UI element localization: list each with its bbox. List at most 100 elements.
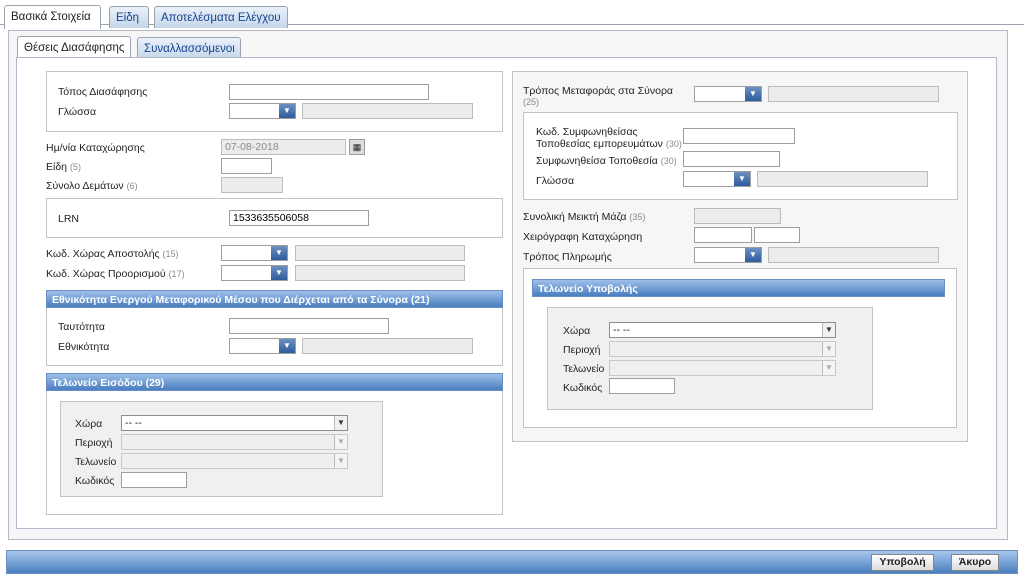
ethnikotita-title: Εθνικότητα Ενεργού Μεταφορικού Μέσου που… bbox=[46, 290, 503, 308]
chevron-down-icon[interactable]: ▼ bbox=[745, 248, 761, 262]
eisodou-xora-value: -- -- bbox=[125, 417, 142, 429]
eidi-text: Είδη bbox=[46, 161, 68, 173]
pliromi-label: Τρόπος Πληρωμής bbox=[523, 251, 612, 263]
pliromi-desc bbox=[768, 247, 939, 263]
xeirografi-input2[interactable] bbox=[754, 227, 800, 243]
pliromi-combo[interactable]: ▼ bbox=[694, 247, 762, 263]
chevron-down-icon: ▼ bbox=[822, 342, 835, 356]
topos-label: Τόπος Διασάφησης bbox=[58, 86, 148, 98]
synolo-label: Σύνολο Δεμάτων (6) bbox=[46, 180, 138, 192]
glossa-desc bbox=[302, 103, 473, 119]
metaforas-num: (25) bbox=[523, 97, 540, 107]
right-glossa-combo[interactable]: ▼ bbox=[683, 171, 751, 187]
synolo-num: (6) bbox=[126, 181, 138, 191]
chevron-down-icon[interactable]: ▼ bbox=[279, 339, 295, 353]
eidi-label: Είδη (5) bbox=[46, 161, 81, 173]
apostolis-combo[interactable]: ▼ bbox=[221, 245, 288, 261]
mikti-input bbox=[694, 208, 781, 224]
metaforas-label: Τρόπος Μεταφοράς στα Σύνορα bbox=[523, 85, 673, 97]
ethnikotita-combo[interactable]: ▼ bbox=[229, 338, 296, 354]
proorismou-num: (17) bbox=[168, 269, 185, 279]
eidi-input[interactable] bbox=[221, 158, 272, 174]
cancel-button[interactable]: Άκυρο bbox=[951, 554, 999, 571]
ypovolis-xora-label: Χώρα bbox=[563, 325, 591, 337]
synolo-text: Σύνολο Δεμάτων bbox=[46, 180, 124, 192]
mikti-text: Συνολική Μεικτή Μάζα bbox=[523, 211, 627, 223]
tab-basic-info[interactable]: Βασικά Στοιχεία bbox=[4, 5, 101, 29]
ypovolis-teloneio-label: Τελωνείο bbox=[563, 363, 605, 375]
glossa-combo[interactable]: ▼ bbox=[229, 103, 296, 119]
chevron-down-icon[interactable]: ▼ bbox=[271, 266, 287, 280]
eisodou-teloneio-select: ▼ bbox=[121, 453, 348, 469]
tautotita-input[interactable] bbox=[229, 318, 389, 334]
chevron-down-icon[interactable]: ▼ bbox=[734, 172, 750, 186]
metaforas-combo[interactable]: ▼ bbox=[694, 86, 762, 102]
ypovolis-perioxi-select: ▼ bbox=[609, 341, 836, 357]
symf-input[interactable] bbox=[683, 128, 795, 144]
symf-top-input[interactable] bbox=[683, 151, 780, 167]
ypovolis-kodikos-input[interactable] bbox=[609, 378, 675, 394]
place-box bbox=[46, 71, 503, 132]
eisodou-xora-label: Χώρα bbox=[75, 418, 103, 430]
topos-input[interactable] bbox=[229, 84, 429, 100]
right-glossa-desc bbox=[757, 171, 928, 187]
chevron-down-icon: ▼ bbox=[334, 435, 347, 449]
eisodou-kodikos-label: Κωδικός bbox=[75, 475, 115, 487]
eisodou-title: Τελωνείο Εισόδου (29) bbox=[46, 373, 503, 391]
mikti-label: Συνολική Μεικτή Μάζα (35) bbox=[523, 211, 645, 223]
apostolis-num: (15) bbox=[162, 249, 179, 259]
chevron-down-icon: ▼ bbox=[822, 323, 835, 337]
apostolis-text: Κωδ. Χώρας Αποστολής bbox=[46, 248, 160, 260]
ethnikotita-desc bbox=[302, 338, 473, 354]
right-glossa-label: Γλώσσα bbox=[536, 175, 575, 187]
submit-button[interactable]: Υποβολή bbox=[871, 554, 934, 571]
ypovolis-teloneio-select: ▼ bbox=[609, 360, 836, 376]
ethnikotita-label: Εθνικότητα bbox=[58, 341, 110, 353]
eisodou-perioxi-label: Περιοχή bbox=[75, 437, 113, 449]
chevron-down-icon: ▼ bbox=[334, 454, 347, 468]
mikti-num: (35) bbox=[629, 212, 646, 222]
symf-top-text: Συμφωνηθείσα Τοποθεσία bbox=[536, 155, 658, 167]
chevron-down-icon[interactable]: ▼ bbox=[271, 246, 287, 260]
footer-bar bbox=[6, 550, 1018, 574]
proorismou-desc bbox=[295, 265, 465, 281]
ypovolis-perioxi-label: Περιοχή bbox=[563, 344, 601, 356]
tab-traders[interactable]: Συναλλασσόμενοι bbox=[137, 37, 241, 59]
apostolis-desc bbox=[295, 245, 465, 261]
calendar-icon[interactable]: ▦ bbox=[349, 139, 365, 155]
chevron-down-icon: ▼ bbox=[822, 361, 835, 375]
eisodou-teloneio-label: Τελωνείο bbox=[75, 456, 117, 468]
chevron-down-icon: ▼ bbox=[334, 416, 347, 430]
symf-text2: Τοποθεσίας εμπορευμάτων bbox=[536, 138, 663, 150]
date-label: Ημ/νία Καταχώρησης bbox=[46, 142, 145, 154]
lrn-input[interactable]: 1533635506058 bbox=[229, 210, 369, 226]
glossa-label: Γλώσσα bbox=[58, 106, 97, 118]
eisodou-xora-select[interactable]: -- -- ▼ bbox=[121, 415, 348, 431]
symf-label1: Κωδ. Συμφωνηθείσας bbox=[536, 126, 638, 138]
tautotita-label: Ταυτότητα bbox=[58, 321, 105, 333]
chevron-down-icon[interactable]: ▼ bbox=[279, 104, 295, 118]
apostolis-label: Κωδ. Χώρας Αποστολής (15) bbox=[46, 248, 179, 260]
xeirografi-label: Χειρόγραφη Καταχώρηση bbox=[523, 231, 643, 243]
proorismou-combo[interactable]: ▼ bbox=[221, 265, 288, 281]
xeirografi-input1[interactable] bbox=[694, 227, 752, 243]
tab-items[interactable]: Είδη bbox=[109, 6, 149, 28]
symf-label2: Τοποθεσίας εμπορευμάτων (30) bbox=[536, 138, 682, 150]
ypovolis-xora-select[interactable]: -- -- ▼ bbox=[609, 322, 836, 338]
proorismou-label: Κωδ. Χώρας Προορισμού (17) bbox=[46, 268, 185, 280]
chevron-down-icon[interactable]: ▼ bbox=[745, 87, 761, 101]
ypovolis-title: Τελωνείο Υποβολής bbox=[532, 279, 945, 297]
lrn-label: LRN bbox=[58, 213, 80, 225]
ypovolis-xora-value: -- -- bbox=[613, 324, 630, 336]
ypovolis-kodikos-label: Κωδικός bbox=[563, 382, 603, 394]
symf-num: (30) bbox=[665, 139, 682, 149]
eidi-num: (5) bbox=[69, 162, 81, 172]
proorismou-text: Κωδ. Χώρας Προορισμού bbox=[46, 268, 166, 280]
symf-top-label: Συμφωνηθείσα Τοποθεσία (30) bbox=[536, 155, 677, 167]
eisodou-kodikos-input[interactable] bbox=[121, 472, 187, 488]
synolo-input bbox=[221, 177, 283, 193]
symf-top-num: (30) bbox=[660, 156, 677, 166]
date-input: 07-08-2018 bbox=[221, 139, 346, 155]
metaforas-desc bbox=[768, 86, 939, 102]
tab-control-results[interactable]: Αποτελέσματα Ελέγχου bbox=[154, 6, 288, 28]
